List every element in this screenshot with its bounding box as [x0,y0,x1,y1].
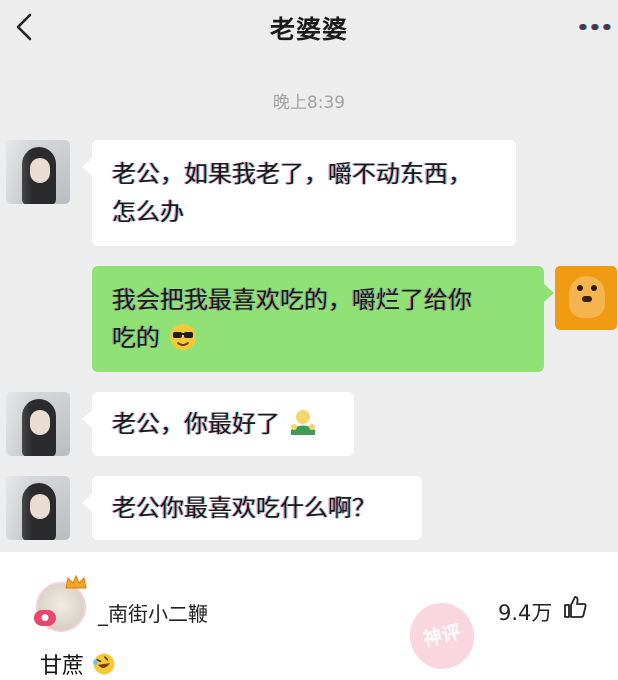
message-bubble[interactable]: 老公，如果我老了，嚼不动东西， 怎么办 [82,140,516,246]
comment-card: ● _南街小二鞭 9.4万 甘蔗 [22,568,612,679]
wife-avatar[interactable] [6,392,70,456]
chat-screen: 老婆婆 晚上8:39 老公，如果我老了，嚼不动东西， 怎么办 我会把我最喜欢吃的… [0,0,618,552]
hug-emoji [290,410,315,435]
chat-title: 老婆婆 [269,15,348,44]
thumbs-up-icon[interactable] [562,594,588,620]
commenter-name[interactable]: _南街小二鞭 [98,598,208,627]
my-avatar[interactable] [555,266,617,330]
stamp-text: 神评 [421,621,463,651]
more-dots-icon[interactable] [578,22,612,32]
message-bubble[interactable]: 老公，你最好了 [82,392,354,456]
message-bubble[interactable]: 老公你最喜欢吃什么啊？ [82,476,422,540]
level-badge-icon: ● [34,610,56,626]
message-line: 吃的 [112,324,160,352]
message-line: 怎么办 [112,198,184,226]
message-text: 老公，你最好了 [112,410,280,438]
wife-avatar[interactable] [6,140,70,204]
wife-avatar[interactable] [6,476,70,540]
comment-text: 甘蔗 [40,648,117,680]
message-text: 老公你最喜欢吃什么啊？ [112,494,376,522]
message-line: 老公，如果我老了，嚼不动东西， [112,160,472,188]
message-line: 我会把我最喜欢吃的，嚼烂了给你 [112,286,472,314]
rolling-laughing-emoji [93,653,115,675]
comment-body: 甘蔗 [40,654,85,679]
top-bar: 老婆婆 [0,0,618,56]
cool-sunglasses-emoji [169,324,196,350]
like-count: 9.4万 [498,601,553,625]
my-message-bubble[interactable]: 我会把我最喜欢吃的，嚼烂了给你 吃的 [92,266,554,372]
message-timestamp: 晚上8:39 [272,93,346,113]
crown-icon [65,574,87,589]
